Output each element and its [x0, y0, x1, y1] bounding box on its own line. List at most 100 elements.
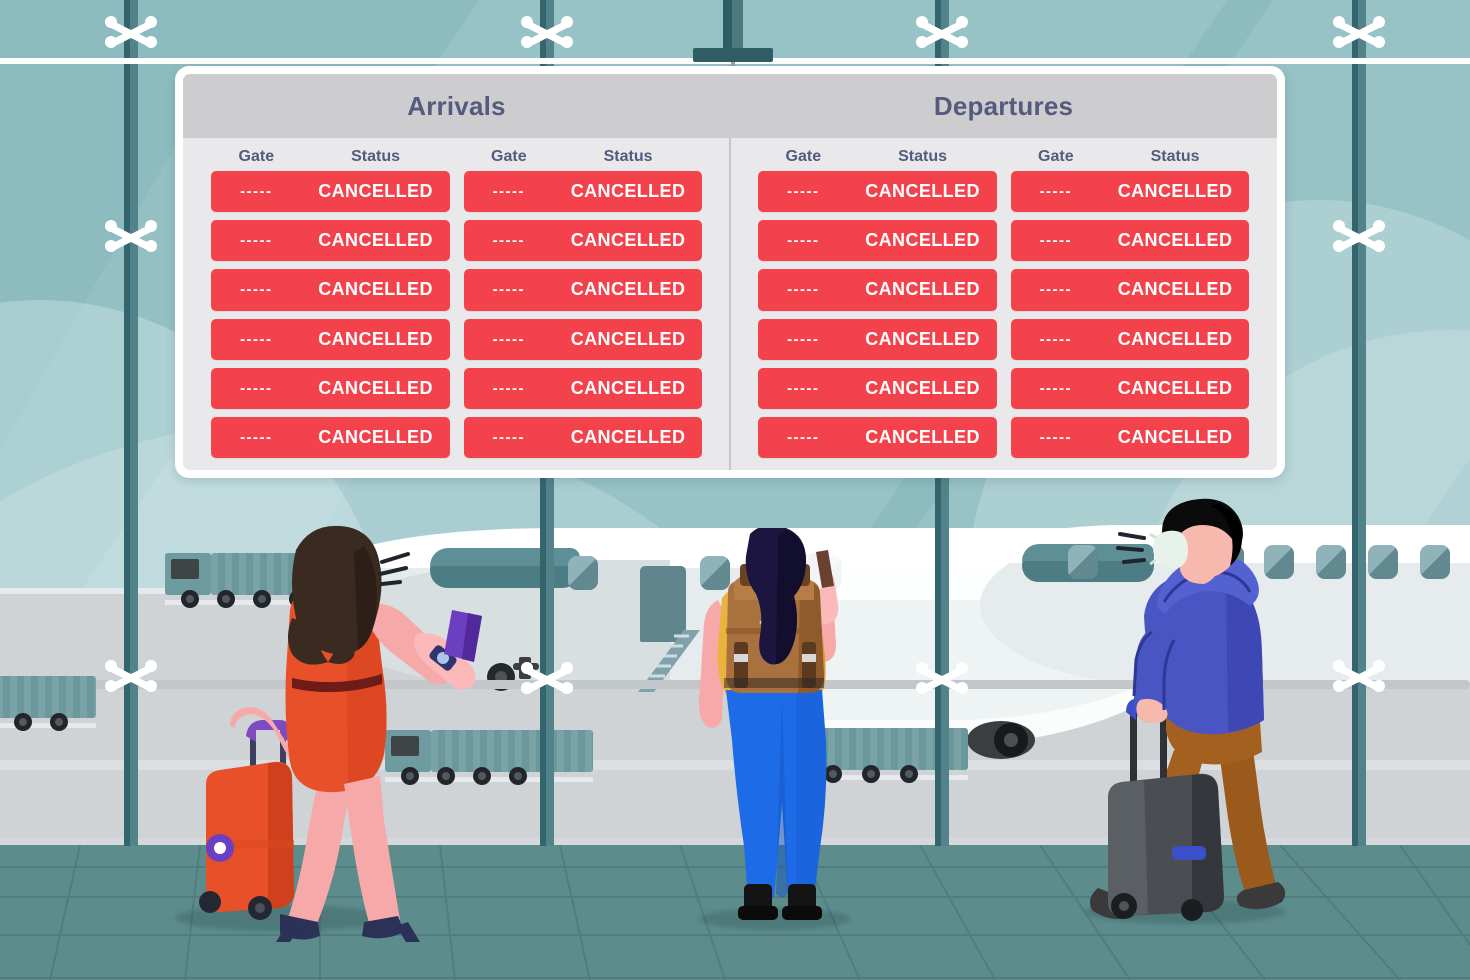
flight-information-board[interactable]: Arrivals Departures Gate Status Gate Sta… [175, 66, 1285, 478]
cell-gate: ----- [240, 330, 273, 348]
column-header-gate: Gate [491, 148, 527, 165]
flight-row[interactable]: ----- CANCELLED [1010, 220, 1249, 262]
cell-gate: ----- [492, 379, 526, 397]
flight-row[interactable]: ----- CANCELLED [211, 269, 450, 311]
cell-gate: ----- [787, 232, 820, 250]
flight-row[interactable]: ----- CANCELLED [758, 367, 997, 409]
flight-row[interactable]: ----- CANCELLED [463, 220, 702, 262]
departures-column-1: ----- CANCELLED ----- CANCELLED ----- CANCE… [758, 171, 997, 459]
cell-status: CANCELLED [318, 181, 433, 202]
woman-orange-dress [199, 525, 482, 942]
flight-board-titlebar: Arrivals Departures [183, 74, 1277, 138]
cell-gate: ----- [492, 281, 526, 299]
cart-wheel [14, 713, 32, 731]
flight-row[interactable]: ----- CANCELLED [463, 416, 702, 459]
flight-row[interactable]: ----- CANCELLED [758, 318, 997, 360]
arrivals-column-2: ----- CANCELLED ----- CANCELLED ----- CANCE… [463, 171, 702, 459]
cell-status: CANCELLED [570, 377, 686, 398]
airplane-window [568, 556, 598, 590]
departures-header-group-1: Gate Status [758, 148, 997, 166]
flight-row[interactable]: ----- CANCELLED [758, 269, 997, 311]
panel-divider [729, 138, 731, 470]
cell-status: CANCELLED [1117, 230, 1233, 251]
cell-gate: ----- [1039, 281, 1073, 299]
cell-gate: ----- [1039, 379, 1073, 397]
cell-status: CANCELLED [1117, 328, 1233, 349]
cell-status: CANCELLED [865, 181, 980, 202]
cell-status: CANCELLED [318, 279, 433, 300]
flight-row[interactable]: ----- CANCELLED [1010, 367, 1249, 409]
flight-board-screen: Arrivals Departures Gate Status Gate Sta… [183, 74, 1277, 470]
airplane-landing-gear [967, 721, 1035, 759]
flight-row[interactable]: ----- CANCELLED [1010, 318, 1249, 360]
airplane-window [1420, 545, 1450, 579]
cart-wheel [509, 767, 527, 785]
cell-status: CANCELLED [865, 279, 980, 300]
cell-status: CANCELLED [318, 377, 433, 398]
board-title-departures: Departures [933, 90, 1074, 121]
flight-row[interactable]: ----- CANCELLED [463, 318, 702, 360]
speech-lines [378, 552, 410, 586]
cell-gate: ----- [240, 183, 273, 201]
cell-status: CANCELLED [865, 230, 980, 251]
arrivals-header-group-2: Gate Status [464, 148, 703, 166]
arrivals-rows: ----- CANCELLED ----- CANCELLED ----- CANCE… [211, 171, 702, 459]
cell-gate: ----- [240, 281, 273, 299]
baggage-cart [0, 676, 98, 734]
board-title-arrivals: Arrivals [407, 90, 506, 121]
flight-row[interactable]: ----- CANCELLED [463, 269, 702, 311]
flight-row[interactable]: ----- CANCELLED [758, 171, 997, 213]
cell-status: CANCELLED [318, 328, 433, 349]
arrivals-panel: Gate Status Gate Status ----- CANCELLED -… [183, 138, 730, 470]
column-header-gate: Gate [785, 148, 822, 165]
flight-row[interactable]: ----- CANCELLED [1010, 171, 1249, 213]
airport-illustration: Arrivals Departures Gate Status Gate Sta… [0, 0, 1470, 980]
flight-board-panels: Gate Status Gate Status ----- CANCELLED -… [183, 138, 1277, 470]
cell-gate: ----- [1039, 330, 1073, 348]
flight-row[interactable]: ----- CANCELLED [463, 367, 702, 409]
ceiling-support-bracket [693, 48, 773, 62]
cart-container [0, 676, 96, 718]
arrivals-column-headers: Gate Status Gate Status [211, 148, 702, 166]
cell-status: CANCELLED [865, 426, 980, 447]
cell-status: CANCELLED [570, 328, 686, 349]
window-mullion [124, 0, 138, 846]
column-header-status: Status [351, 148, 400, 165]
cell-status: CANCELLED [1117, 181, 1233, 202]
cell-gate: ----- [787, 428, 820, 446]
cell-gate: ----- [787, 281, 820, 299]
flight-row[interactable]: ----- CANCELLED [211, 367, 450, 409]
cell-status: CANCELLED [570, 426, 686, 447]
cart-wheel [50, 713, 68, 731]
cell-status: CANCELLED [1117, 426, 1233, 447]
flight-row[interactable]: ----- CANCELLED [758, 416, 997, 459]
flight-row[interactable]: ----- CANCELLED [211, 318, 450, 360]
flight-row[interactable]: ----- CANCELLED [758, 220, 997, 262]
flight-row[interactable]: ----- CANCELLED [211, 171, 450, 213]
departures-rows: ----- CANCELLED ----- CANCELLED ----- CANCE… [758, 171, 1249, 459]
cell-status: CANCELLED [865, 377, 980, 398]
column-header-gate: Gate [238, 148, 275, 165]
cell-status: CANCELLED [318, 230, 433, 251]
arrivals-header-group-1: Gate Status [211, 148, 450, 166]
column-header-status: Status [898, 148, 947, 165]
cell-gate: ----- [787, 379, 820, 397]
departures-column-2: ----- CANCELLED ----- CANCELLED ----- CANCE… [1010, 171, 1249, 459]
arrivals-column-1: ----- CANCELLED ----- CANCELLED ----- CANCE… [211, 171, 450, 459]
cell-gate: ----- [1039, 428, 1073, 446]
flight-row[interactable]: ----- CANCELLED [1010, 416, 1249, 459]
flight-row[interactable]: ----- CANCELLED [463, 171, 702, 213]
man-blue-hoodie [1090, 498, 1286, 921]
departures-column-headers: Gate Status Gate Status [758, 148, 1249, 166]
departures-header-group-2: Gate Status [1011, 148, 1250, 166]
flight-row[interactable]: ----- CANCELLED [211, 220, 450, 262]
column-header-status: Status [1150, 148, 1200, 165]
cell-status: CANCELLED [570, 230, 686, 251]
cell-status: CANCELLED [1117, 279, 1233, 300]
cell-status: CANCELLED [865, 328, 980, 349]
cell-status: CANCELLED [570, 279, 686, 300]
flight-row[interactable]: ----- CANCELLED [211, 416, 450, 459]
woman-backpack [698, 528, 839, 920]
cell-gate: ----- [240, 379, 273, 397]
flight-row[interactable]: ----- CANCELLED [1010, 269, 1249, 311]
